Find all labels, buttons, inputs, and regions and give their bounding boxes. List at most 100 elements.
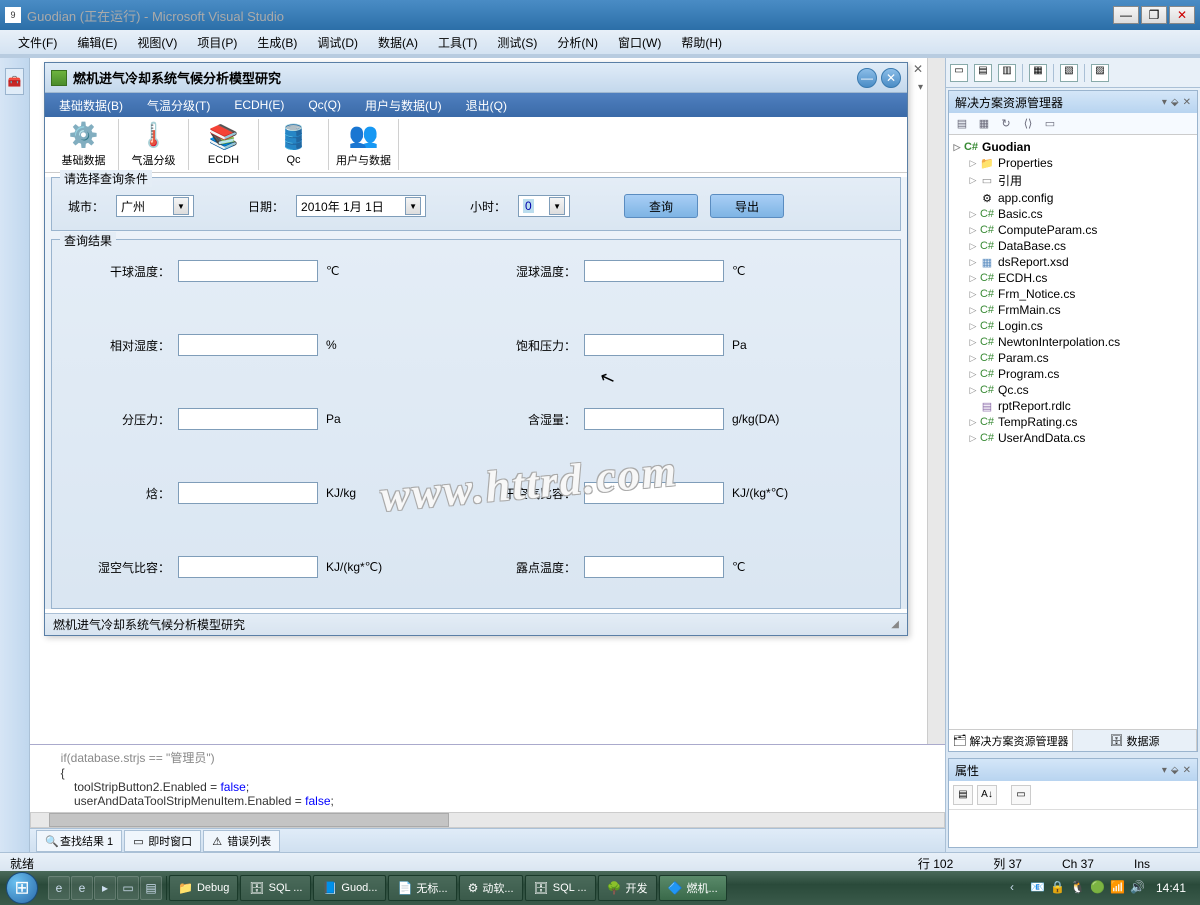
menu-window[interactable]: 窗口(W) (610, 32, 669, 53)
tree-file-node[interactable]: ▤rptReport.rdlc (951, 398, 1195, 414)
tree-file-node[interactable]: ▷C#Param.cs (951, 350, 1195, 366)
dropdown-icon[interactable]: ▾ (1162, 765, 1167, 776)
field-input[interactable] (584, 482, 724, 504)
close-button[interactable]: ✕ (1169, 6, 1195, 24)
menu-debug[interactable]: 调试(D) (309, 32, 366, 53)
child-close-button[interactable]: ✕ (881, 68, 901, 88)
field-input[interactable] (178, 482, 318, 504)
tree-project-node[interactable]: ▷C#Guodian (951, 139, 1195, 155)
tray-icon[interactable]: 🔒 (1050, 880, 1066, 896)
export-button[interactable]: 导出 (710, 194, 784, 218)
tree-file-node[interactable]: ▷C#ECDH.cs (951, 270, 1195, 286)
taskbar-task-button[interactable]: 📄无标... (388, 875, 456, 901)
field-input[interactable] (584, 260, 724, 282)
categorized-button[interactable]: ▤ (953, 785, 973, 805)
quicklaunch-media[interactable]: ▸ (94, 876, 116, 900)
close-icon[interactable]: ✕ (1183, 765, 1191, 776)
tree-file-node[interactable]: ▷C#UserAndData.cs (951, 430, 1195, 446)
menu-file[interactable]: 文件(F) (10, 32, 65, 53)
pin-icon[interactable]: ⬙ (1171, 765, 1179, 776)
menu-tools[interactable]: 工具(T) (430, 32, 485, 53)
toolbar-button[interactable]: ▭ (950, 64, 968, 82)
child-menu-user-data[interactable]: 用户与数据(U) (357, 95, 450, 116)
code-editor[interactable]: if(database.strjs == "管理员") { toolStripB… (30, 744, 945, 812)
taskbar-task-button[interactable]: 🌳开发 (598, 875, 657, 901)
view-code-icon[interactable]: ⟨⟩ (1019, 116, 1037, 132)
child-minimize-button[interactable]: — (857, 68, 877, 88)
hour-combo[interactable]: 0 ▼ (518, 195, 570, 217)
toolbar-button[interactable]: ▤ (974, 64, 992, 82)
taskbar-clock[interactable]: 14:41 (1150, 881, 1192, 895)
quicklaunch-switch[interactable]: ▤ (140, 876, 162, 900)
quicklaunch-desktop[interactable]: ▭ (117, 876, 139, 900)
field-input[interactable] (178, 260, 318, 282)
tree-file-node[interactable]: ▷C#DataBase.cs (951, 238, 1195, 254)
child-titlebar[interactable]: 燃机进气冷却系统气候分析模型研究 — ✕ (45, 63, 907, 93)
minimize-button[interactable]: — (1113, 6, 1139, 24)
menu-help[interactable]: 帮助(H) (673, 32, 730, 53)
immediate-window-tab[interactable]: ▭即时窗口 (124, 830, 201, 852)
tray-icon[interactable]: 📧 (1030, 880, 1046, 896)
doc-close-icon[interactable]: ✕ (913, 62, 923, 76)
tray-network-icon[interactable]: 📶 (1110, 880, 1126, 896)
vertical-scrollbar[interactable] (927, 58, 945, 744)
field-input[interactable] (584, 334, 724, 356)
tree-file-node[interactable]: ▷C#Login.cs (951, 318, 1195, 334)
tree-file-node[interactable]: ▷C#FrmMain.cs (951, 302, 1195, 318)
child-menu-exit[interactable]: 退出(Q) (458, 95, 515, 116)
taskbar-task-button[interactable]: 📘Guod... (313, 875, 386, 901)
child-menu-qc[interactable]: Qc(Q) (300, 96, 349, 114)
toolbox-tab[interactable]: 🧰 (5, 68, 24, 95)
field-input[interactable] (584, 408, 724, 430)
tree-file-node[interactable]: ▷C#NewtonInterpolation.cs (951, 334, 1195, 350)
toolbar-user-data[interactable]: 👥 用户与数据 (329, 119, 399, 170)
tray-expand-icon[interactable]: ‹ (1010, 880, 1026, 896)
show-all-icon[interactable]: ▦ (975, 116, 993, 132)
toolbar-qc[interactable]: 🛢️ Qc (259, 119, 329, 170)
error-list-tab[interactable]: ⚠错误列表 (203, 830, 280, 852)
field-input[interactable] (178, 334, 318, 356)
data-sources-tab[interactable]: 🗄数据源 (1073, 730, 1197, 751)
tree-file-node[interactable]: ▷📁Properties (951, 155, 1195, 171)
toolbar-button[interactable]: ▦ (1029, 64, 1047, 82)
toolbar-basic-data[interactable]: ⚙️ 基础数据 (49, 119, 119, 170)
maximize-button[interactable]: ❐ (1141, 6, 1167, 24)
dropdown-icon[interactable]: ▾ (1162, 97, 1167, 108)
taskbar-task-button[interactable]: 🔷燃机... (659, 875, 727, 901)
toolbar-temp-rating[interactable]: 🌡️ 气温分级 (119, 119, 189, 170)
solution-tree[interactable]: ▷C#Guodian▷📁Properties▷▭引用⚙app.config▷C#… (949, 135, 1197, 729)
toolbar-ecdh[interactable]: 📚 ECDH (189, 119, 259, 170)
toolbar-button[interactable]: ▥ (998, 64, 1016, 82)
solution-explorer-tab[interactable]: 🗂解决方案资源管理器 (949, 730, 1073, 751)
close-icon[interactable]: ✕ (1183, 97, 1191, 108)
tray-icon[interactable]: 🟢 (1090, 880, 1106, 896)
date-picker[interactable]: 2010年 1月 1日 ▼ (296, 195, 426, 217)
menu-build[interactable]: 生成(B) (249, 32, 305, 53)
menu-analyze[interactable]: 分析(N) (549, 32, 606, 53)
quicklaunch-ie[interactable]: e (48, 876, 70, 900)
tree-file-node[interactable]: ▷C#Basic.cs (951, 206, 1195, 222)
child-menu-temp-rating[interactable]: 气温分级(T) (139, 95, 218, 116)
child-menu-ecdh[interactable]: ECDH(E) (226, 96, 292, 114)
refresh-icon[interactable]: ↻ (997, 116, 1015, 132)
property-pages-button[interactable]: ▭ (1011, 785, 1031, 805)
tree-file-node[interactable]: ⚙app.config (951, 190, 1195, 206)
start-button[interactable] (2, 871, 42, 905)
tray-qq-icon[interactable]: 🐧 (1070, 880, 1086, 896)
toolbar-button[interactable]: ▨ (1091, 64, 1109, 82)
tree-file-node[interactable]: ▷C#Qc.cs (951, 382, 1195, 398)
doc-dropdown-icon[interactable]: ▾ (918, 82, 923, 93)
vs-titlebar[interactable]: 9 Guodian (正在运行) - Microsoft Visual Stud… (0, 0, 1200, 30)
tree-file-node[interactable]: ▷C#ComputeParam.cs (951, 222, 1195, 238)
menu-view[interactable]: 视图(V) (129, 32, 185, 53)
pin-icon[interactable]: ⬙ (1171, 97, 1179, 108)
quicklaunch-explorer[interactable]: e (71, 876, 93, 900)
horizontal-scrollbar[interactable] (30, 812, 945, 828)
find-results-tab[interactable]: 🔍查找结果 1 (36, 830, 122, 852)
tree-file-node[interactable]: ▷▦dsReport.xsd (951, 254, 1195, 270)
city-combo[interactable]: 广州 ▼ (116, 195, 194, 217)
tray-volume-icon[interactable]: 🔊 (1130, 880, 1146, 896)
tree-file-node[interactable]: ▷C#TempRating.cs (951, 414, 1195, 430)
query-button[interactable]: 查询 (624, 194, 698, 218)
resize-grip-icon[interactable]: ◢ (891, 619, 899, 630)
